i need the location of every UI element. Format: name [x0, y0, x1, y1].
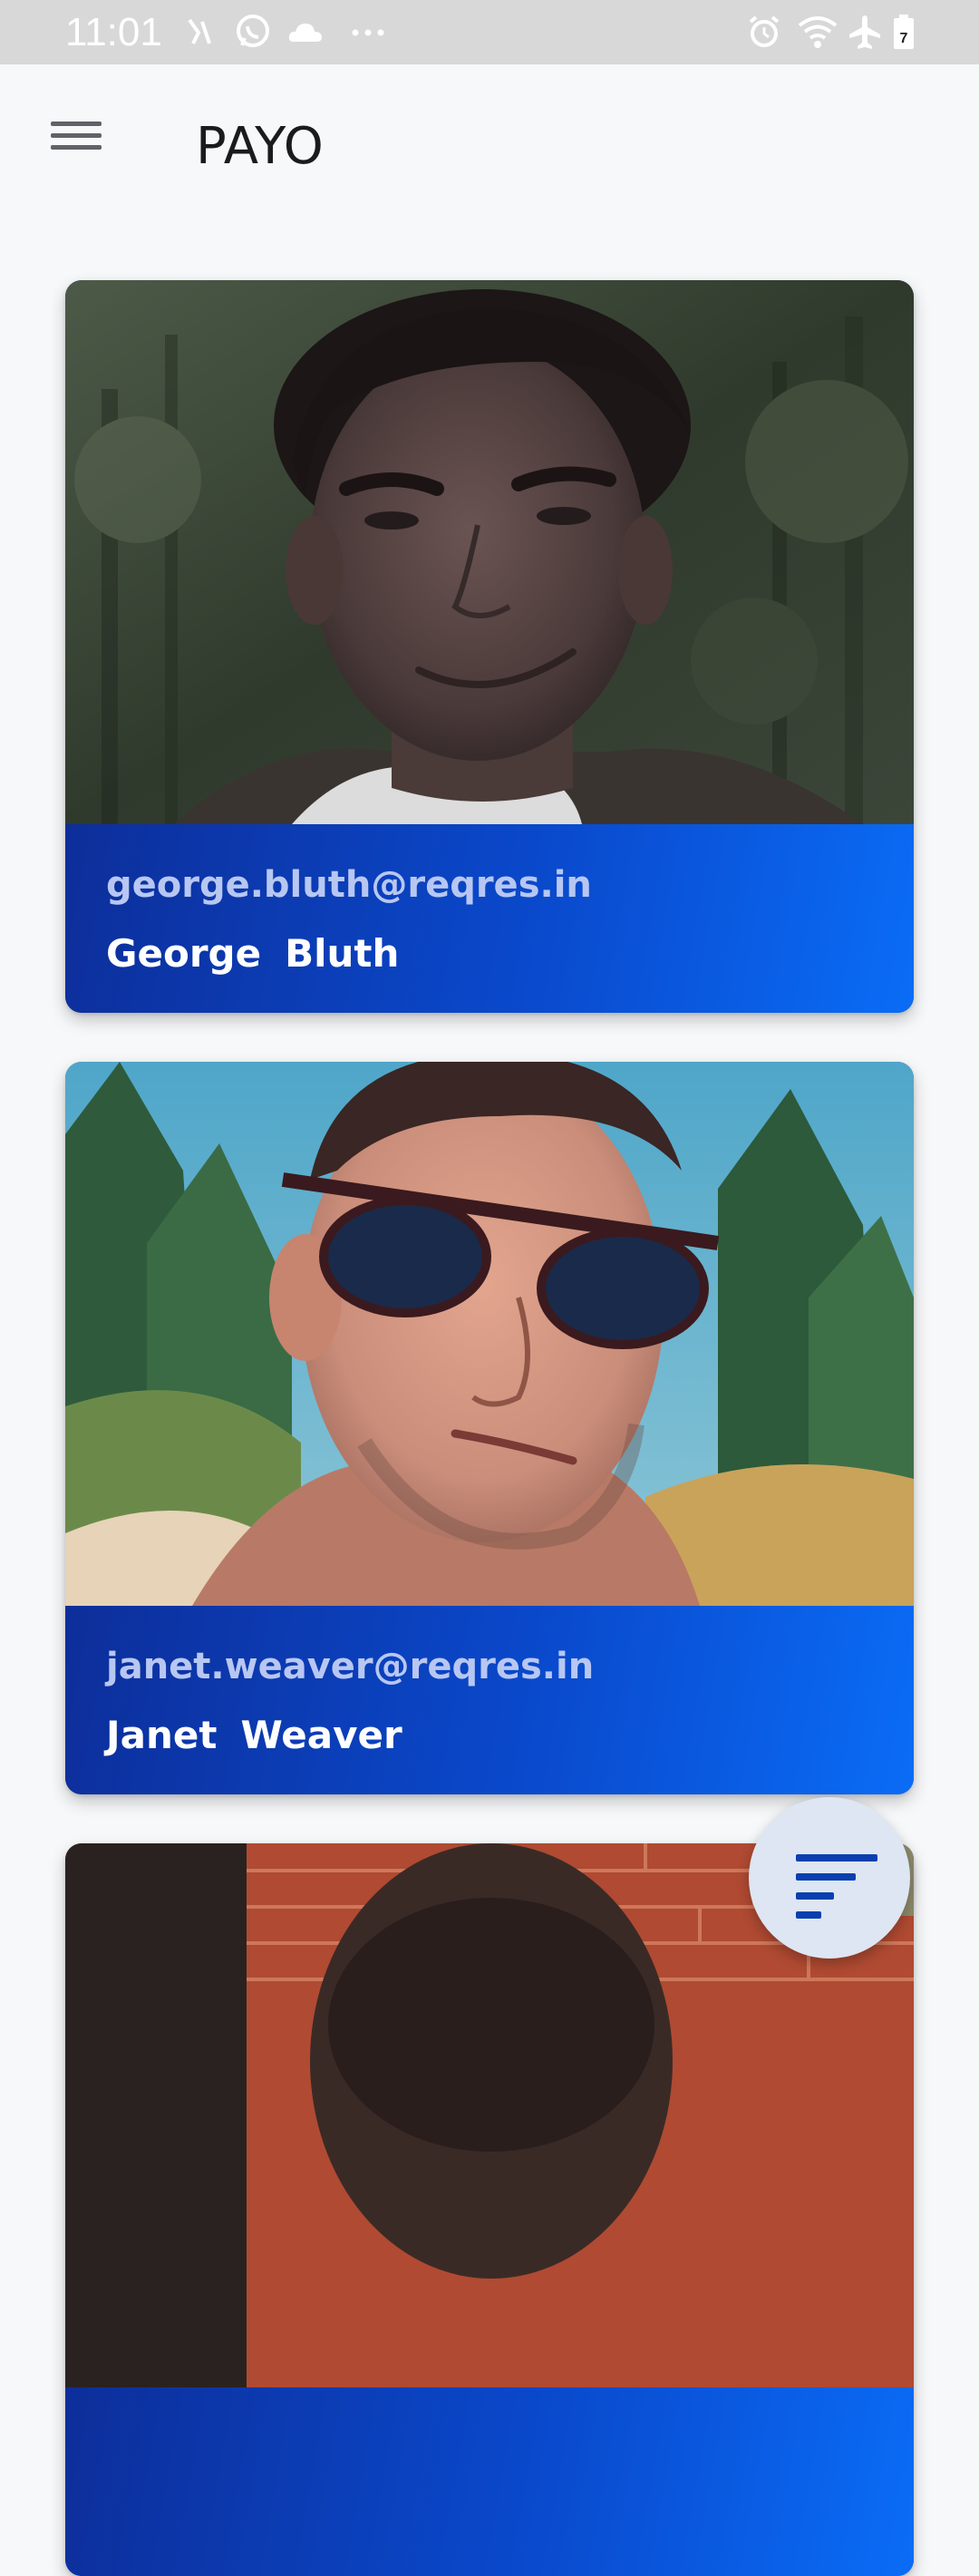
- battery-level: 7: [900, 31, 908, 46]
- user-avatar-photo: [65, 1062, 914, 1606]
- wifi-icon: [796, 13, 839, 51]
- user-info-panel: george.bluth@reqres.in George Bluth: [65, 824, 914, 1013]
- user-first-name: Janet: [106, 1713, 218, 1757]
- user-email: george.bluth@reqres.in: [106, 864, 592, 906]
- user-card[interactable]: janet.weaver@reqres.in Janet Weaver: [65, 1062, 914, 1794]
- user-name: Janet Weaver: [106, 1713, 402, 1757]
- alarm-icon: [745, 13, 783, 51]
- user-info-panel: [65, 2387, 914, 2576]
- user-email: janet.weaver@reqres.in: [106, 1646, 595, 1687]
- user-info-panel: janet.weaver@reqres.in Janet Weaver: [65, 1606, 914, 1794]
- user-first-name: George: [106, 931, 262, 976]
- user-name: George Bluth: [106, 931, 399, 976]
- status-bar: 11:01 7: [0, 0, 979, 64]
- user-card[interactable]: [65, 1843, 914, 2576]
- user-name: [106, 2494, 130, 2539]
- user-avatar-photo: [65, 280, 914, 824]
- more-dots-icon: [350, 13, 386, 51]
- airplane-icon: [847, 13, 883, 51]
- nfc-slash-icon: [186, 13, 213, 51]
- user-last-name: Weaver: [240, 1713, 402, 1757]
- hamburger-menu-icon[interactable]: [36, 102, 116, 168]
- cloud-icon: [286, 13, 325, 51]
- whatsapp-icon: [234, 13, 272, 51]
- status-time: 11:01: [65, 10, 162, 54]
- user-last-name: Bluth: [285, 931, 400, 976]
- battery-icon: 7: [892, 13, 916, 51]
- page-title: PAYO: [196, 117, 325, 176]
- filter-sort-button[interactable]: [749, 1797, 910, 1959]
- app-bar: PAYO: [0, 64, 979, 228]
- user-card[interactable]: george.bluth@reqres.in George Bluth: [65, 280, 914, 1013]
